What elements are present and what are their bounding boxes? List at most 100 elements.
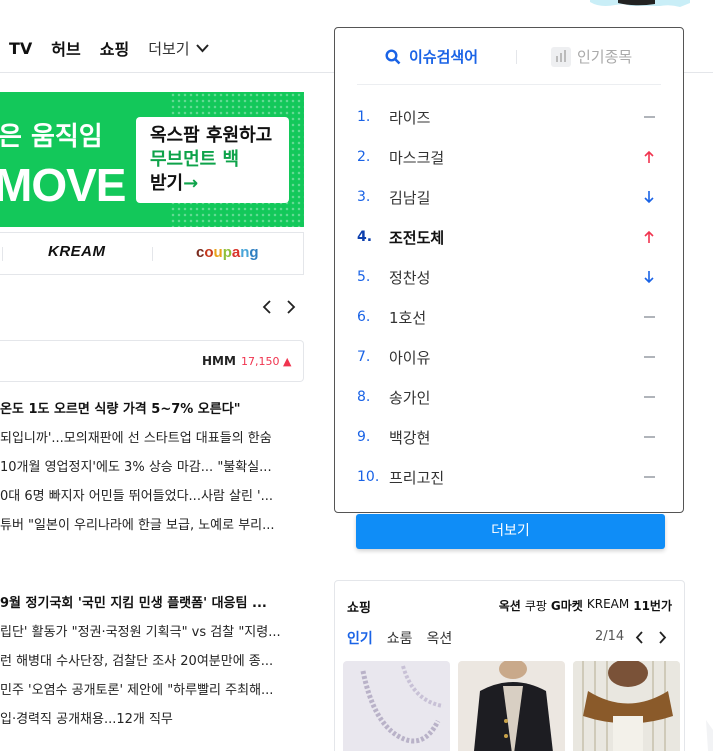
brand-strip: KREAM coupang (0, 232, 304, 275)
brand-divider (2, 247, 3, 261)
issue-keyword: 프리고진 (389, 468, 445, 487)
news-list-2: 9월 정기국회 '국민 지킴 민생 플랫폼' 대응팀 ... 립단' 활동가 "… (0, 589, 304, 734)
issue-keyword: 정찬성 (389, 268, 431, 287)
issue-keyword-row[interactable]: 10. 프리고진 (357, 457, 661, 497)
shop-tab-popular[interactable]: 인기 (347, 628, 373, 648)
shop-tab-auction[interactable]: 옥션 (427, 628, 453, 648)
nav-more-label: 더보기 (148, 39, 190, 58)
issue-keyword-row[interactable]: 7. 아이유 (357, 337, 661, 377)
issue-keyword: 조전도체 (389, 228, 445, 247)
tab-issue-keywords[interactable]: 이슈검색어 (385, 46, 478, 67)
shopping-pager (635, 631, 667, 644)
issue-rank: 10. (357, 469, 380, 485)
brand-coupang-logo[interactable]: coupang (196, 244, 259, 261)
shopping-products (343, 661, 680, 751)
chevron-left-icon[interactable] (635, 631, 644, 644)
issue-rank: 6. (357, 309, 371, 325)
trend-same-icon (644, 356, 655, 358)
issue-keyword-row[interactable]: 6. 1호선 (357, 297, 661, 337)
news-item[interactable]: 되입니까'...모의재판에 선 스타트업 대표들의 한숨 (0, 424, 304, 453)
news-headline[interactable]: 9월 정기국회 '국민 지킴 민생 플랫폼' 대응팀 ... (0, 589, 304, 618)
trend-same-icon (644, 316, 655, 318)
coupang-letter: p (222, 244, 232, 261)
brand-kream-logo[interactable]: KREAM (48, 243, 106, 260)
news-list-1: 온도 1도 오르면 식량 가격 5~7% 오른다" 되입니까'...모의재판에 … (0, 395, 304, 540)
shopping-partners: 옥션 쿠팡 G마켓 KREAM 11번가 (499, 597, 672, 614)
necklace-illustration (360, 665, 444, 744)
issue-more-button[interactable]: 더보기 (356, 514, 665, 549)
coupang-letter: a (231, 244, 241, 261)
shopping-box: 쇼핑 옥션 쿠팡 G마켓 KREAM 11번가 인기 쇼룸 옥션 2/14 (334, 580, 685, 751)
nav-tv[interactable]: TV (9, 39, 32, 58)
issue-keywords-panel: 이슈검색어 인기종목 1. 라이즈 2. 마스크걸 3. 김남길 4. 조전도체 5. 정찬성 6.… (334, 27, 684, 513)
news-headline[interactable]: 온도 1도 오르면 식량 가격 5~7% 오른다" (0, 395, 304, 424)
product-knit-image[interactable] (573, 661, 680, 751)
scroll-indicator (706, 720, 713, 751)
trend-same-icon (644, 476, 655, 478)
chevron-right-icon[interactable] (658, 631, 667, 644)
shop-tab-showroom[interactable]: 쇼룸 (387, 628, 413, 648)
issue-keyword-row[interactable]: 1. 라이즈 (357, 97, 661, 137)
issue-rank: 3. (357, 189, 371, 205)
issue-rank: 4. (357, 229, 373, 245)
tab-divider (516, 50, 517, 64)
news-item[interactable]: 입·경력직 공개채용...12개 직무 (0, 705, 304, 734)
issue-keyword-row[interactable]: 9. 백강현 (357, 417, 661, 457)
issue-keyword-row[interactable]: 8. 송가인 (357, 377, 661, 417)
issue-keyword-row[interactable]: 2. 마스크걸 (357, 137, 661, 177)
top-navigation: TV 허브 쇼핑 더보기 (0, 28, 209, 68)
news-item[interactable]: 런 해병대 수사단장, 검찰단 조사 20여분만에 종... (0, 647, 304, 676)
banner-headline: 은 움직임 (0, 122, 103, 152)
issue-keyword-row[interactable]: 5. 정찬성 (357, 257, 661, 297)
tab-issue-keywords-label: 이슈검색어 (409, 48, 479, 66)
nav-more-button[interactable]: 더보기 (148, 38, 209, 59)
stock-ticker[interactable]: HMM 17,150 ▲ (0, 340, 304, 382)
shopping-title: 쇼핑 (347, 601, 371, 616)
trend-down-icon (644, 191, 654, 204)
search-icon (385, 48, 401, 64)
news-item[interactable]: 민주 '오염수 공개토론' 제안에 "하루빨리 주최해... (0, 676, 304, 705)
chevron-left-icon[interactable] (262, 300, 272, 314)
issue-keyword-row[interactable]: 4. 조전도체 (357, 217, 661, 257)
chevron-down-icon (195, 43, 209, 52)
issue-rank: 5. (357, 269, 371, 285)
issue-divider (357, 84, 661, 85)
issue-keyword: 라이즈 (389, 108, 431, 127)
issue-rank: 7. (357, 349, 371, 365)
knit-illustration (573, 661, 680, 751)
content-pager (262, 300, 296, 314)
issue-tabs: 이슈검색어 인기종목 (335, 42, 683, 72)
banner-cta-card[interactable]: 옥스팜 후원하고 무브먼트 백 받기→ (136, 117, 289, 203)
issue-keyword-row[interactable]: 3. 김남길 (357, 177, 661, 217)
news-item[interactable]: 튜버 "일본이 우리나라에 한글 보급, 노예로 부리... (0, 511, 304, 540)
partner-11st[interactable]: 11번가 (633, 597, 672, 614)
shopping-tabs: 인기 쇼룸 옥션 (347, 628, 452, 648)
banner-cta-line3-text: 받기 (150, 173, 184, 194)
news-item[interactable]: 0대 6명 빠지자 어민들 뛰어들었다...사람 살린 '... (0, 482, 304, 511)
bar-chart-icon (551, 46, 571, 67)
chevron-right-icon[interactable] (286, 300, 296, 314)
coupang-letter: n (240, 244, 250, 261)
jacket-illustration (474, 661, 553, 751)
tab-popular-stocks[interactable]: 인기종목 (551, 46, 632, 67)
partner-auction[interactable]: 옥션 (499, 597, 521, 614)
stock-name: HMM (202, 354, 236, 368)
news-item[interactable]: 10개월 영업정지'에도 3% 상승 마감... "불확실... (0, 453, 304, 482)
banner-cta-line2: 무브먼트 백 (150, 149, 240, 170)
issue-rank: 8. (357, 389, 371, 405)
partner-gmarket[interactable]: G마켓 (551, 597, 583, 614)
news-item[interactable]: 립단' 활동가 "정권·국정원 기획극" vs 검찰 "지령... (0, 618, 304, 647)
product-necklace-image[interactable] (343, 661, 450, 751)
tab-popular-stocks-label: 인기종목 (577, 48, 633, 66)
coupang-letter: u (213, 244, 223, 261)
issue-keyword: 1호선 (389, 308, 427, 327)
partner-kream[interactable]: KREAM (587, 597, 629, 614)
partner-coupang[interactable]: 쿠팡 (525, 597, 547, 614)
nav-hub[interactable]: 허브 (51, 36, 80, 60)
product-jacket-image[interactable] (458, 661, 565, 751)
issue-keyword: 마스크걸 (389, 148, 445, 167)
nav-shopping[interactable]: 쇼핑 (100, 36, 129, 60)
trend-up-icon (644, 150, 654, 163)
stock-value: 17,150 ▲ (241, 355, 292, 368)
coupang-letter: o (204, 244, 214, 261)
